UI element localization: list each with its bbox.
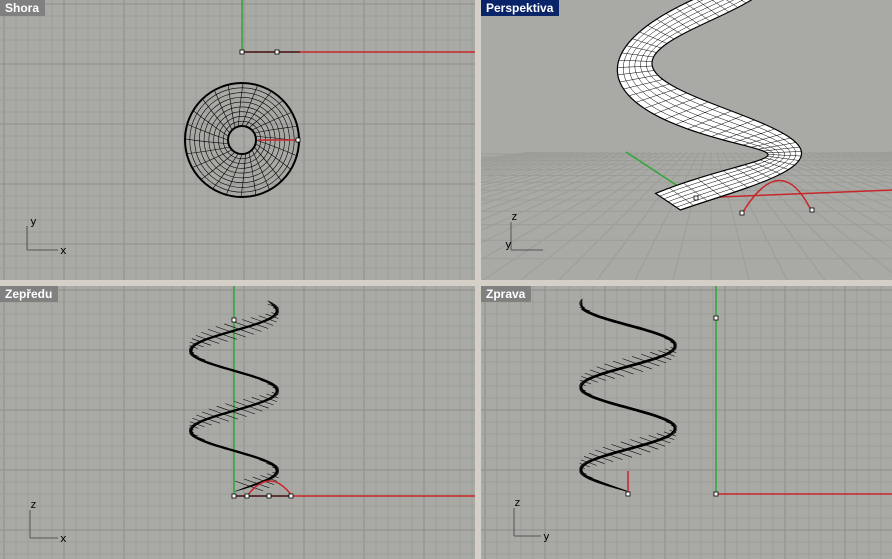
axis-h-label: x (60, 244, 67, 257)
viewport-top-canvas: y x (26, 0, 475, 257)
control-point (244, 493, 250, 499)
axis-h-label: y (505, 238, 512, 251)
axis-v-label: z (30, 498, 37, 511)
control-point (713, 491, 719, 497)
control-point (625, 491, 631, 497)
viewport-front-title[interactable]: Zepředu (0, 286, 59, 302)
helix-wireframe-right (579, 298, 677, 492)
control-point (239, 49, 245, 55)
viewport-front-canvas: z x (29, 286, 475, 545)
axis-v-label: z (511, 210, 518, 223)
control-point (713, 315, 719, 321)
viewport-right[interactable]: z y Zprava (481, 286, 892, 559)
viewport-perspective-canvas: z y (481, 0, 892, 280)
axis-gizmo: y x (26, 215, 67, 257)
axis-gizmo: z y (505, 210, 543, 251)
axis-v-label: y (30, 215, 37, 228)
control-point (274, 49, 280, 55)
perspective-ground-grid (481, 151, 892, 280)
control-point (809, 207, 815, 213)
control-point (288, 493, 294, 499)
control-point (231, 493, 237, 499)
viewport-perspective[interactable]: z y Perspektiva (481, 0, 892, 280)
control-point (739, 210, 745, 216)
axis-gizmo: z x (29, 498, 67, 545)
viewport-perspective-title[interactable]: Perspektiva (481, 0, 560, 16)
viewport-right-canvas: z y (513, 286, 892, 543)
control-point (693, 195, 699, 201)
control-point (231, 317, 237, 323)
control-point (266, 493, 272, 499)
axis-h-label: x (60, 532, 67, 545)
axis-v-label: z (514, 496, 521, 509)
viewport-top[interactable]: y x Shora (0, 0, 475, 280)
viewport-front[interactable]: z x Zepředu (0, 286, 475, 559)
axis-gizmo: z y (513, 496, 550, 543)
axis-h-label: y (543, 530, 550, 543)
viewport-top-title[interactable]: Shora (0, 0, 46, 16)
viewport-right-title[interactable]: Zprava (481, 286, 532, 302)
